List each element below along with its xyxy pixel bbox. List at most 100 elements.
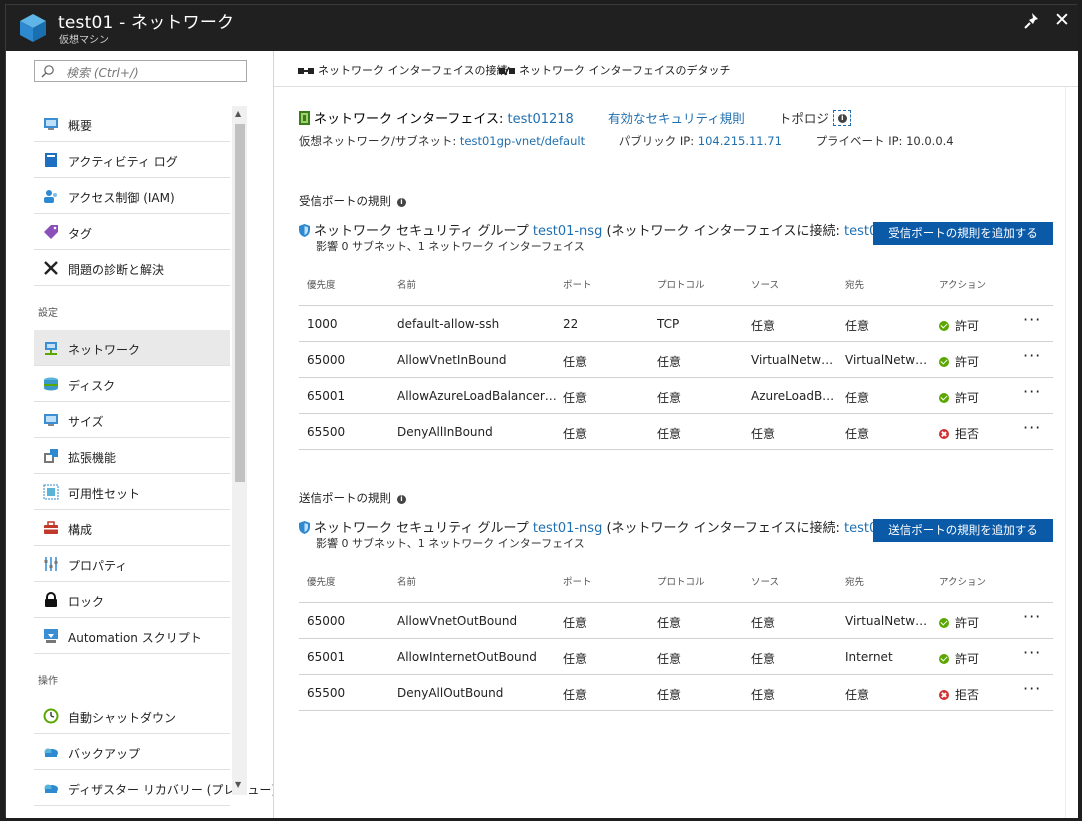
inbound-nsg-link[interactable]: test01-nsg: [533, 224, 602, 239]
more-options-icon[interactable]: ···: [1023, 346, 1041, 365]
table-row[interactable]: 1000 default-allow-ssh 22 TCP 任意 任意 許可 ···: [299, 306, 1053, 342]
port-cell: 任意: [563, 652, 588, 666]
priority-cell: 65001: [307, 389, 346, 403]
nav-item-availability-set[interactable]: 可用性セット: [34, 474, 230, 510]
port-cell: 22: [563, 317, 579, 331]
action-cell: 許可: [939, 353, 979, 370]
protocol-cell: 任意: [657, 391, 682, 405]
nic-icon: [299, 111, 310, 125]
priority-cell: 1000: [307, 317, 338, 331]
info-icon[interactable]: i: [397, 198, 406, 207]
overview-icon: [44, 118, 58, 130]
nav-section-operations: 操作: [38, 676, 58, 687]
inbound-rows: 1000 default-allow-ssh 22 TCP 任意 任意 許可 ··· 65000…: [299, 306, 1053, 450]
table-row[interactable]: 65001 AllowInternetOutBound 任意 任意 任意 Internet…: [299, 639, 1053, 675]
nav-item-disaster-recovery[interactable]: ディザスター リカバリー (プレビュー): [34, 770, 273, 806]
dest-cell: VirtualNetw…: [845, 614, 928, 628]
clock-icon: [43, 708, 59, 724]
action-cell: 許可: [939, 317, 979, 334]
nav-item-tags[interactable]: タグ: [34, 214, 230, 250]
dest-cell: 任意: [845, 427, 870, 441]
more-options-icon[interactable]: ···: [1023, 418, 1041, 437]
automation-icon: [44, 629, 58, 643]
name-cell: AllowInternetOutBound: [397, 650, 537, 664]
source-cell: 任意: [751, 616, 776, 630]
effective-rules-link[interactable]: 有効なセキュリティ規則: [608, 111, 745, 126]
nic-name-link[interactable]: test01218: [507, 112, 573, 127]
add-outbound-rule-button[interactable]: 送信ポートの規則を追加する: [873, 519, 1053, 542]
private-ip-label: プライベート IP:: [815, 134, 903, 148]
dest-cell: Internet: [845, 650, 893, 664]
more-options-icon[interactable]: ···: [1023, 607, 1041, 626]
table-row[interactable]: 65500 DenyAllInBound 任意 任意 任意 任意 拒否 ···: [299, 414, 1053, 450]
nav-item-auto-shutdown[interactable]: 自動シャットダウン: [34, 698, 230, 734]
nav-item-network[interactable]: ネットワーク: [34, 330, 230, 366]
properties-icon: [44, 557, 58, 571]
info-icon[interactable]: i: [397, 495, 406, 504]
outbound-nsg-link[interactable]: test01-nsg: [533, 521, 602, 536]
table-header: 優先度 名前 ポート プロトコル ソース 宛先 アクション: [299, 559, 1053, 603]
nav-item-configuration[interactable]: 構成: [34, 510, 230, 546]
public-ip-link[interactable]: 104.215.11.71: [698, 134, 782, 148]
vnet-link[interactable]: test01gp-vnet/default: [460, 134, 585, 148]
main-scrollbar[interactable]: [1065, 87, 1078, 818]
title-bar: test01 - ネットワーク 仮想マシン ✕: [6, 5, 1078, 51]
more-options-icon[interactable]: ···: [1023, 382, 1041, 401]
nav-item-activity-log[interactable]: アクティビティ ログ: [34, 142, 230, 178]
name-cell: DenyAllOutBound: [397, 686, 504, 700]
table-row[interactable]: 65500 DenyAllOutBound 任意 任意 任意 任意 拒否 ···: [299, 675, 1053, 711]
action-label: 拒否: [955, 688, 980, 702]
detach-nic-button[interactable]: ネットワーク インターフェイスのデタッチ: [499, 62, 731, 78]
table-row[interactable]: 65000 AllowVnetOutBound 任意 任意 任意 VirtualNetw……: [299, 603, 1053, 639]
scroll-up-icon[interactable]: ▲: [235, 109, 241, 118]
topology-info-icon[interactable]: i: [832, 110, 851, 126]
nav-item-automation-script[interactable]: Automation スクリプト: [34, 618, 230, 654]
port-cell: 任意: [563, 427, 588, 441]
search-input[interactable]: 検索 (Ctrl+/): [34, 60, 247, 82]
vnet-line: 仮想ネットワーク/サブネット: test01gp-vnet/default パブ…: [299, 133, 954, 149]
source-cell: VirtualNetw…: [751, 353, 834, 367]
more-options-icon[interactable]: ···: [1023, 679, 1041, 698]
network-icon: [45, 342, 57, 355]
nav-scrollbar[interactable]: ▲ ▼: [232, 106, 247, 795]
action-cell: 拒否: [939, 686, 979, 703]
nav-item-size[interactable]: サイズ: [34, 402, 230, 438]
attach-nic-button[interactable]: ネットワーク インターフェイスの接続: [298, 62, 508, 78]
action-cell: 許可: [939, 389, 979, 406]
more-options-icon[interactable]: ···: [1023, 643, 1041, 662]
inbound-rules-table: 優先度 名前 ポート プロトコル ソース 宛先 アクション 1000 defaul…: [299, 262, 1053, 450]
availability-set-icon: [43, 484, 59, 500]
allow-check-icon: [939, 393, 949, 403]
dest-cell: 任意: [845, 319, 870, 333]
close-icon[interactable]: ✕: [1052, 10, 1072, 30]
nav-item-extensions[interactable]: 拡張機能: [34, 438, 230, 474]
nav-item-overview[interactable]: 概要: [34, 106, 230, 142]
table-row[interactable]: 65001 AllowAzureLoadBalancer… 任意 任意 AzureLoa…: [299, 378, 1053, 414]
main-content: ネットワーク インターフェイスの接続 ネットワーク インターフェイスのデタッチ …: [274, 51, 1078, 818]
shield-icon: [299, 224, 310, 237]
scroll-down-icon[interactable]: ▼: [235, 780, 241, 789]
action-cell: 拒否: [939, 425, 979, 442]
name-cell: default-allow-ssh: [397, 317, 500, 331]
nav-item-lock[interactable]: ロック: [34, 582, 230, 618]
dest-cell: 任意: [845, 391, 870, 405]
nav-item-disks[interactable]: ディスク: [34, 366, 230, 402]
configuration-icon: [44, 521, 58, 534]
port-cell: 任意: [563, 391, 588, 405]
table-row[interactable]: 65000 AllowVnetInBound 任意 任意 VirtualNetw… Vir…: [299, 342, 1053, 378]
source-cell: 任意: [751, 652, 776, 666]
search-icon: [41, 65, 54, 78]
more-options-icon[interactable]: ···: [1023, 310, 1041, 329]
add-inbound-rule-button[interactable]: 受信ポートの規則を追加する: [873, 222, 1053, 245]
nav-item-properties[interactable]: プロパティ: [34, 546, 230, 582]
protocol-cell: 任意: [657, 652, 682, 666]
nav-item-backup[interactable]: バックアップ: [34, 734, 230, 770]
nav-item-iam[interactable]: アクセス制御 (IAM): [34, 178, 230, 214]
nav-scrollbar-thumb[interactable]: [235, 124, 245, 482]
nic-line: ネットワーク インターフェイス: test01218 有効なセキュリティ規則 ト…: [299, 108, 851, 127]
topology-label: トポロジ: [778, 111, 829, 126]
protocol-cell: 任意: [657, 427, 682, 441]
nav-item-diagnose[interactable]: 問題の診断と解決: [34, 250, 230, 286]
pin-icon[interactable]: [1023, 12, 1041, 30]
left-nav: 検索 (Ctrl+/) 概要 アクティビティ ログ アクセス制御 (IAM) タ…: [6, 51, 274, 818]
